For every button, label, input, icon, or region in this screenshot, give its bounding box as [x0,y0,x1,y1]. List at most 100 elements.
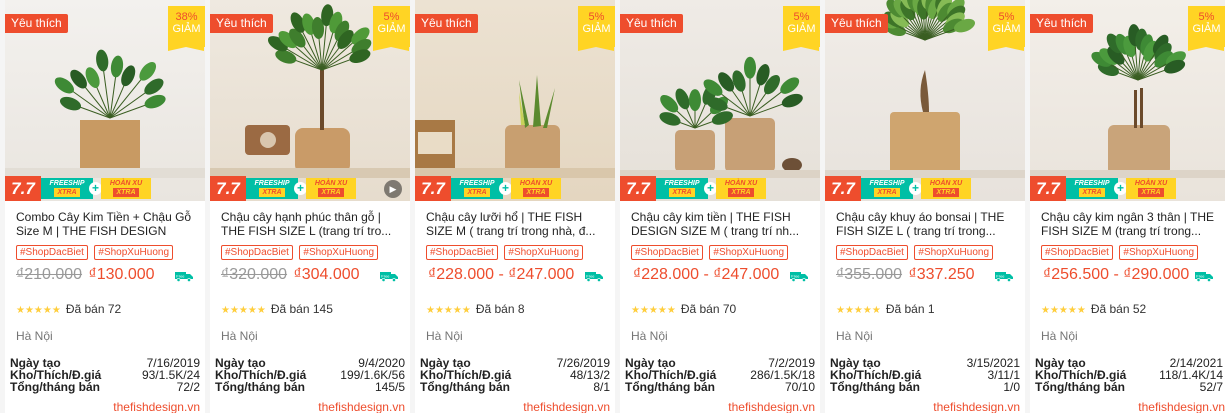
svg-text:Free: Free [176,273,185,278]
product-title[interactable]: Chậu cây kim tiền | THE FISH DESIGN SIZE… [631,210,815,238]
product-title-line2: Size M | THE FISH DESIGN [16,224,167,238]
stat-row-sold-month: Tổng/tháng bán 145/5 [215,381,405,393]
promo-77-badge: 7.7 [210,176,246,201]
tag-shop-dac-biet[interactable]: #ShopDacBiet [221,245,293,260]
current-price: ₫228.000 - ₫247.000 [633,266,780,283]
shop-site-link[interactable]: thefishdesign.vn [933,400,1020,413]
product-title-line2: SIZE M ( trang trí trong nhà, đ... [426,224,596,238]
tag-shop-xu-huong[interactable]: #ShopXuHuong [94,245,174,260]
tag-shop-dac-biet[interactable]: #ShopDacBiet [426,245,498,260]
discount-badge: 5% GIẢM [1188,6,1225,51]
current-price: ₫337.250 [908,266,975,283]
freeship-badge: FREESHIP XTRA [246,178,298,199]
tag-shop-xu-huong[interactable]: #ShopXuHuong [1119,245,1199,260]
stat-value-sold-month: 8/1 [593,380,610,394]
freeship-badge: FREESHIP XTRA [1066,178,1118,199]
tag-shop-xu-huong[interactable]: #ShopXuHuong [709,245,789,260]
hoanxu-badge: HOÀN XU XTRA [1126,178,1176,199]
shop-tags: #ShopDacBiet #ShopXuHuong [426,242,585,260]
discount-percent: 5% [793,11,810,23]
product-title[interactable]: Chậu cây hạnh phúc thân gỗ | THE FISH SI… [221,210,405,238]
discount-label: GIẢM [582,23,611,35]
current-price: ₫256.500 - ₫290.000 [1043,266,1190,283]
truck-free-icon: Free [790,272,808,282]
product-card-1[interactable]: Yêu thích 38% GIẢM 7.7 FREESHIP XTRA + H… [5,0,205,413]
discount-label: GIẢM [172,23,201,35]
freeship-label: FREESHIP [664,180,700,187]
tag-shop-dac-biet[interactable]: #ShopDacBiet [836,245,908,260]
tag-shop-dac-biet[interactable]: #ShopDacBiet [16,245,88,260]
star-icon: ★★★★★ [836,305,881,316]
tag-shop-xu-huong[interactable]: #ShopXuHuong [299,245,379,260]
discount-percent: 5% [588,11,605,23]
favorite-badge: Yêu thích [1030,14,1093,33]
product-title-line1: Chậu cây hạnh phúc thân gỗ | [221,210,381,224]
promo-77-badge: 7.7 [825,176,861,201]
freeship-label: FREESHIP [459,180,495,187]
stat-label-sold-month: Tổng/tháng bán [10,380,100,394]
svg-text:Free: Free [791,273,800,278]
rating: ★★★★★ Đã bán 145 [221,302,333,316]
rating: ★★★★★ Đã bán 52 [1041,302,1146,316]
promo-strip: 7.7 FREESHIP XTRA + HOÀN XU XTRA [825,176,1025,201]
shop-site-link[interactable]: thefishdesign.vn [523,400,610,413]
hoanxu-xtra-label: XTRA [113,188,139,197]
hoanxu-xtra-label: XTRA [728,188,754,197]
shop-site-link[interactable]: thefishdesign.vn [1138,400,1225,413]
tag-shop-xu-huong[interactable]: #ShopXuHuong [914,245,994,260]
hoanxu-xtra-label: XTRA [933,188,959,197]
promo-strip: 7.7 FREESHIP XTRA + HOÀN XU XTRA [620,176,820,201]
shop-site-link[interactable]: thefishdesign.vn [113,400,200,413]
product-card-6[interactable]: Yêu thích 5% GIẢM 7.7 FREESHIP XTRA + HO… [1030,0,1225,413]
stat-label-sold-month: Tổng/tháng bán [215,380,305,394]
current-price: ₫228.000 - ₫247.000 [428,266,575,283]
promo-strip: 7.7 FREESHIP XTRA + HOÀN XU XTRA [210,176,410,201]
product-title-line2: FISH SIZE M (trang trí trong... [1041,224,1202,238]
rating: ★★★★★ Đã bán 70 [631,302,736,316]
sold-count: Đã bán 72 [65,302,122,316]
product-title[interactable]: Chậu cây kim ngân 3 thân | THE FISH SIZE… [1041,210,1225,238]
product-card-4[interactable]: Yêu thích 5% GIẢM 7.7 FREESHIP XTRA + HO… [620,0,820,413]
stat-label-sold-month: Tổng/tháng bán [830,380,920,394]
current-price: ₫130.000 [88,266,155,283]
svg-text:Free: Free [1196,273,1205,278]
discount-percent: 38% [175,11,198,23]
truck-free-icon: Free [175,272,193,282]
freeship-label: FREESHIP [254,180,290,187]
sold-count: Đã bán 8 [475,302,525,316]
price: ₫355.000 ₫337.250 [836,266,975,284]
product-card-2[interactable]: Yêu thích 5% GIẢM 7.7 FREESHIP XTRA + HO… [210,0,410,413]
hoanxu-badge: HOÀN XU XTRA [921,178,971,199]
freeship-label: FREESHIP [1074,180,1110,187]
product-card-5[interactable]: Yêu thích 5% GIẢM 7.7 FREESHIP XTRA + HO… [825,0,1025,413]
discount-percent: 5% [998,11,1015,23]
star-icon: ★★★★★ [221,305,266,316]
shop-site-link[interactable]: thefishdesign.vn [728,400,815,413]
favorite-badge: Yêu thích [415,14,478,33]
shop-tags: #ShopDacBiet #ShopXuHuong [1041,242,1200,260]
product-card-3[interactable]: Yêu thích 5% GIẢM 7.7 FREESHIP XTRA + HO… [415,0,615,413]
discount-badge: 38% GIẢM [168,6,205,51]
tag-shop-dac-biet[interactable]: #ShopDacBiet [631,245,703,260]
rating: ★★★★★ Đã bán 8 [426,302,525,316]
old-price: ₫355.000 [836,266,903,283]
product-title[interactable]: Chậu cây khuy áo bonsai | THE FISH SIZE … [836,210,1020,238]
tag-shop-dac-biet[interactable]: #ShopDacBiet [1041,245,1113,260]
product-title[interactable]: Combo Cây Kim Tiền + Chậu Gỗ Size M | TH… [16,210,200,238]
shop-stats: Ngày tạo 3/15/2021 Kho/Thích/Đ.giá 3/11/… [830,357,1020,393]
stat-label-sold-month: Tổng/tháng bán [1035,380,1125,394]
rating: ★★★★★ Đã bán 1 [836,302,935,316]
discount-badge: 5% GIẢM [578,6,615,51]
shop-site-link[interactable]: thefishdesign.vn [318,400,405,413]
product-title[interactable]: Chậu cây lưỡi hổ | THE FISH SIZE M ( tra… [426,210,610,238]
play-icon[interactable]: ▶ [384,180,402,198]
star-icon: ★★★★★ [631,305,676,316]
svg-text:Free: Free [996,273,1005,278]
hoanxu-label: HOÀN XU [1134,180,1168,187]
hoanxu-xtra-label: XTRA [523,188,549,197]
shop-stats: Ngày tạo 7/16/2019 Kho/Thích/Đ.giá 93/1.… [10,357,200,393]
freeship-label: FREESHIP [869,180,905,187]
freeship-xtra-label: XTRA [1079,188,1105,197]
tag-shop-xu-huong[interactable]: #ShopXuHuong [504,245,584,260]
product-title-line1: Chậu cây lưỡi hổ | THE FISH [426,210,583,224]
